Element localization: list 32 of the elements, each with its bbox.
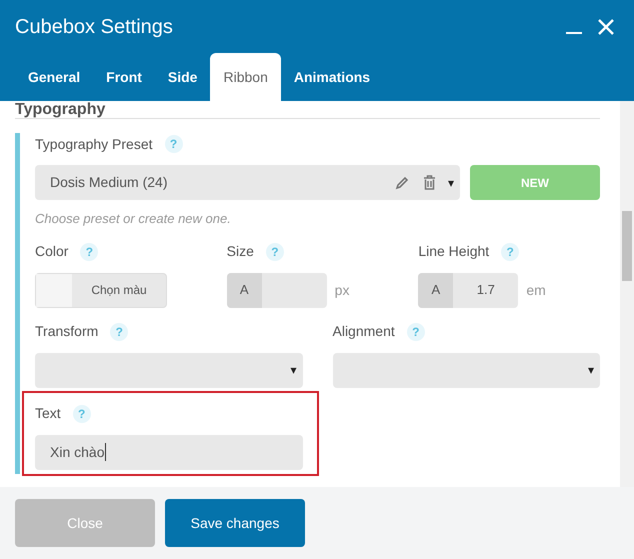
unit-label: px — [334, 280, 350, 300]
field-label: Typography Preset — [35, 134, 153, 154]
window-title: Cubebox Settings — [15, 15, 173, 40]
hint-text: Choose preset or create new one. — [35, 210, 232, 228]
color-picker-button[interactable]: Chọn màu — [35, 272, 167, 308]
scrollbar[interactable] — [620, 101, 634, 487]
tab[interactable]: Ribbon — [210, 53, 281, 101]
tab[interactable]: General — [15, 53, 94, 101]
select-field[interactable]: ▾ — [332, 352, 600, 388]
close-icon[interactable] — [598, 19, 614, 35]
field-label: Alignment — [332, 322, 395, 341]
caret-icon: ▾ — [588, 361, 594, 379]
field-label: Line Height — [418, 242, 490, 261]
text-input[interactable]: Xin chào — [35, 434, 303, 470]
caret-icon: ▾ — [448, 174, 454, 192]
trash-icon[interactable] — [423, 175, 436, 190]
number-field[interactable]: A 1.7 — [418, 272, 518, 308]
field-label: Size — [226, 242, 254, 261]
field-label: Color — [35, 242, 68, 261]
pencil-icon[interactable] — [395, 176, 409, 190]
preset-select[interactable]: Dosis Medium (24) ▾ — [35, 165, 460, 200]
unit-label: em — [526, 280, 546, 300]
select-field[interactable]: ▾ — [35, 352, 302, 388]
number-field[interactable]: A — [226, 272, 327, 308]
field-label: Text — [35, 404, 61, 423]
section-title: Typography — [15, 102, 106, 118]
tab[interactable]: Animations — [280, 53, 384, 101]
tab[interactable]: Front — [93, 53, 155, 101]
save-button[interactable]: Save changes — [165, 499, 305, 547]
tab[interactable]: Side — [154, 53, 210, 101]
caret-icon: ▾ — [290, 361, 296, 379]
field-label: Transform — [35, 322, 98, 341]
